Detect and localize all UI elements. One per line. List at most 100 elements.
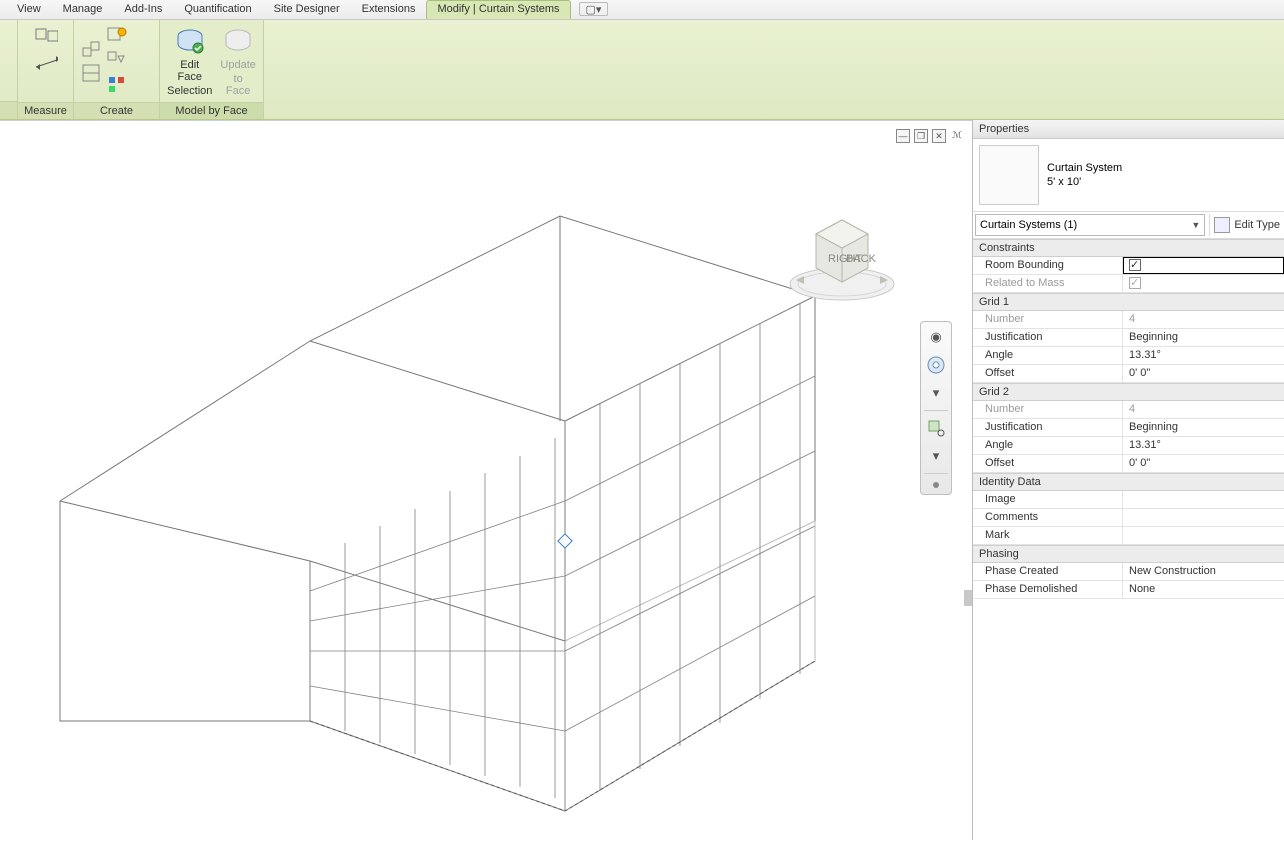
property-value[interactable]: 0' 0" [1123, 455, 1284, 472]
create-icon-1[interactable] [80, 38, 102, 60]
type-name-line1: Curtain System [1047, 161, 1122, 175]
properties-grid: ConstraintsRoom BoundingRelated to MassG… [973, 239, 1284, 599]
property-value[interactable]: 4 [1123, 311, 1284, 328]
splitter-handle[interactable] [964, 590, 972, 606]
property-key: Number [973, 401, 1123, 418]
measure-align-button[interactable] [30, 23, 62, 47]
property-value[interactable] [1123, 509, 1284, 526]
edit-face-icon [174, 25, 206, 57]
create-icon-2[interactable] [80, 62, 102, 84]
overflow-icon: ▢▾ [586, 3, 602, 16]
property-value[interactable]: 13.31° [1123, 347, 1284, 364]
nav-dot[interactable] [933, 482, 939, 488]
tab-extensions[interactable]: Extensions [351, 0, 427, 19]
update-face-label-1: Update [220, 59, 255, 71]
property-row[interactable]: Offset0' 0" [973, 365, 1284, 383]
create-icon-5[interactable] [106, 74, 128, 96]
instance-selector-dropdown[interactable]: Curtain Systems (1) ▼ [975, 214, 1205, 236]
update-to-face-button[interactable]: Update to Face [216, 23, 259, 99]
edit-face-label-2: Selection [167, 85, 212, 97]
property-value[interactable]: None [1123, 581, 1284, 598]
property-row[interactable]: Comments [973, 509, 1284, 527]
property-value[interactable]: 4 [1123, 401, 1284, 418]
property-row[interactable]: Image [973, 491, 1284, 509]
tab-overflow-button[interactable]: ▢▾ [579, 2, 609, 16]
property-key: Justification [973, 419, 1123, 436]
tab-quantification[interactable]: Quantification [173, 0, 262, 19]
ribbon: Measure Create Edit Face Selection [0, 20, 1284, 120]
panel-measure: Measure [18, 20, 74, 119]
property-row[interactable]: Number4 [973, 401, 1284, 419]
property-group-header[interactable]: Identity Data [973, 473, 1284, 491]
edit-type-button[interactable]: Edit Type [1209, 214, 1284, 236]
tab-view[interactable]: View [6, 0, 52, 19]
update-face-label-2: to Face [220, 73, 255, 97]
property-value[interactable] [1123, 527, 1284, 544]
property-key: Offset [973, 455, 1123, 472]
panel-model-by-face: Edit Face Selection Update to Face Model… [160, 20, 264, 119]
properties-title: Properties [973, 120, 1284, 139]
nav-zoom-icon[interactable] [925, 417, 947, 439]
property-row[interactable]: JustificationBeginning [973, 419, 1284, 437]
property-row[interactable]: Room Bounding [973, 257, 1284, 275]
property-key: Number [973, 311, 1123, 328]
property-value[interactable]: 13.31° [1123, 437, 1284, 454]
property-key: Image [973, 491, 1123, 508]
property-key: Phase Demolished [973, 581, 1123, 598]
ribbon-gripper [0, 20, 18, 119]
property-value[interactable] [1123, 491, 1284, 508]
tab-site-designer[interactable]: Site Designer [263, 0, 351, 19]
property-value[interactable] [1123, 257, 1284, 274]
tab-modify-curtain-systems[interactable]: Modify | Curtain Systems [426, 0, 570, 19]
property-row[interactable]: Phase DemolishedNone [973, 581, 1284, 599]
edit-face-label-1: Edit Face [167, 59, 212, 83]
tab-addins[interactable]: Add-Ins [113, 0, 173, 19]
type-selector[interactable]: Curtain System 5' x 10' [973, 139, 1284, 212]
model-canvas[interactable]: — ❐ ✕ ℳ [0, 120, 972, 840]
drag-handle-icon[interactable] [558, 534, 572, 548]
property-key: Room Bounding [973, 257, 1123, 274]
property-value[interactable] [1123, 275, 1284, 292]
property-value[interactable]: 0' 0" [1123, 365, 1284, 382]
workspace: — ❐ ✕ ℳ [0, 120, 1284, 840]
nav-home-icon[interactable]: ◉ [925, 326, 947, 348]
checkbox-icon [1129, 277, 1141, 289]
property-group-header[interactable]: Grid 1 [973, 293, 1284, 311]
edit-face-selection-button[interactable]: Edit Face Selection [163, 23, 216, 99]
checkbox-icon[interactable] [1129, 259, 1141, 271]
type-name-line2: 5' x 10' [1047, 175, 1122, 189]
property-value[interactable]: Beginning [1123, 329, 1284, 346]
create-icon-4[interactable] [106, 50, 128, 72]
ribbon-tabbar: View Manage Add-Ins Quantification Site … [0, 0, 1284, 20]
property-row[interactable]: Number4 [973, 311, 1284, 329]
chevron-down-icon: ▼ [1191, 220, 1200, 230]
update-face-icon [222, 25, 254, 57]
create-icon-3[interactable] [106, 26, 128, 48]
nav-dropdown-icon[interactable]: ▾ [925, 382, 947, 404]
property-key: Angle [973, 347, 1123, 364]
navigation-bar: ◉ ▾ ▾ [920, 321, 952, 495]
property-row[interactable]: Offset0' 0" [973, 455, 1284, 473]
property-key: Mark [973, 527, 1123, 544]
property-row[interactable]: Phase CreatedNew Construction [973, 563, 1284, 581]
nav-dropdown2-icon[interactable]: ▾ [925, 445, 947, 467]
nav-wheel-icon[interactable] [925, 354, 947, 376]
viewcube[interactable]: RIGHT BACK [782, 206, 902, 316]
measure-dim-button[interactable] [30, 51, 62, 75]
property-row[interactable]: Mark [973, 527, 1284, 545]
instance-selector-label: Curtain Systems (1) [980, 219, 1077, 231]
property-row[interactable]: Related to Mass [973, 275, 1284, 293]
property-row[interactable]: JustificationBeginning [973, 329, 1284, 347]
panel-create: Create [74, 20, 160, 119]
property-key: Phase Created [973, 563, 1123, 580]
tab-manage[interactable]: Manage [52, 0, 114, 19]
property-group-header[interactable]: Constraints [973, 239, 1284, 257]
property-group-header[interactable]: Grid 2 [973, 383, 1284, 401]
property-value[interactable]: Beginning [1123, 419, 1284, 436]
property-value[interactable]: New Construction [1123, 563, 1284, 580]
dimension-icon [34, 53, 58, 73]
edit-type-icon [1214, 217, 1230, 233]
property-group-header[interactable]: Phasing [973, 545, 1284, 563]
property-row[interactable]: Angle13.31° [973, 437, 1284, 455]
property-row[interactable]: Angle13.31° [973, 347, 1284, 365]
